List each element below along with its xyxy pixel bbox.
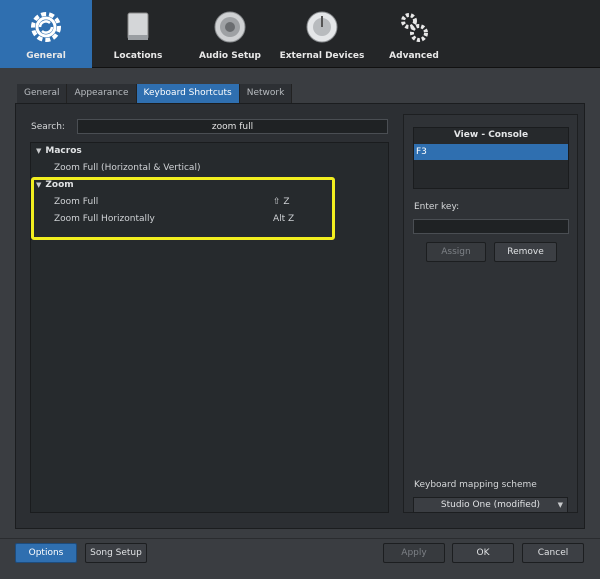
- enter-key-input[interactable]: [413, 219, 569, 234]
- tree-item[interactable]: Zoom Full (Horizontal & Vertical): [54, 163, 200, 173]
- search-label: Search:: [31, 122, 65, 132]
- tab-general[interactable]: General: [17, 84, 68, 103]
- category-label: General: [26, 51, 66, 61]
- tab-keyboard-shortcuts[interactable]: Keyboard Shortcuts: [136, 84, 240, 103]
- category-locations[interactable]: Locations: [92, 0, 184, 68]
- apply-button[interactable]: Apply: [383, 543, 445, 563]
- speaker-icon: [214, 11, 246, 43]
- tree-group-macros[interactable]: ▼ Macros: [36, 146, 82, 156]
- category-audio-setup[interactable]: Audio Setup: [184, 0, 276, 68]
- song-setup-button[interactable]: Song Setup: [85, 543, 147, 563]
- assigned-key-item[interactable]: F3: [414, 144, 568, 160]
- assign-button[interactable]: Assign: [426, 242, 486, 262]
- drive-icon: [127, 12, 149, 40]
- command-title: View - Console: [453, 130, 529, 140]
- category-advanced[interactable]: Advanced: [368, 0, 460, 68]
- highlight-annotation: [31, 177, 335, 240]
- ok-button[interactable]: OK: [452, 543, 514, 563]
- category-general[interactable]: General: [0, 0, 92, 68]
- mapping-scheme-label: Keyboard mapping scheme: [414, 480, 537, 490]
- dial-icon: [306, 11, 338, 43]
- cancel-button[interactable]: Cancel: [522, 543, 584, 563]
- divider: [0, 538, 600, 539]
- category-label: External Devices: [279, 51, 365, 61]
- tab-network[interactable]: Network: [239, 84, 293, 103]
- chevron-down-icon: ▼: [557, 501, 563, 509]
- category-external-devices[interactable]: External Devices: [276, 0, 368, 68]
- category-label: Audio Setup: [199, 51, 261, 61]
- category-label: Locations: [113, 51, 163, 61]
- mapping-scheme-select[interactable]: Studio One (modified) ▼: [413, 497, 568, 513]
- expand-triangle-icon[interactable]: ▼: [36, 147, 41, 155]
- search-input[interactable]: [77, 119, 388, 134]
- tab-appearance[interactable]: Appearance: [67, 84, 137, 103]
- category-label: Advanced: [389, 51, 439, 61]
- gears-icon: [401, 13, 428, 42]
- settings-tabs: General Appearance Keyboard Shortcuts Ne…: [17, 84, 293, 103]
- options-button[interactable]: Options: [15, 543, 77, 563]
- enter-key-label: Enter key:: [414, 202, 460, 212]
- gear-icon: [31, 12, 61, 42]
- category-bar: General Locations Audio Setup External D…: [0, 0, 600, 68]
- remove-button[interactable]: Remove: [494, 242, 557, 262]
